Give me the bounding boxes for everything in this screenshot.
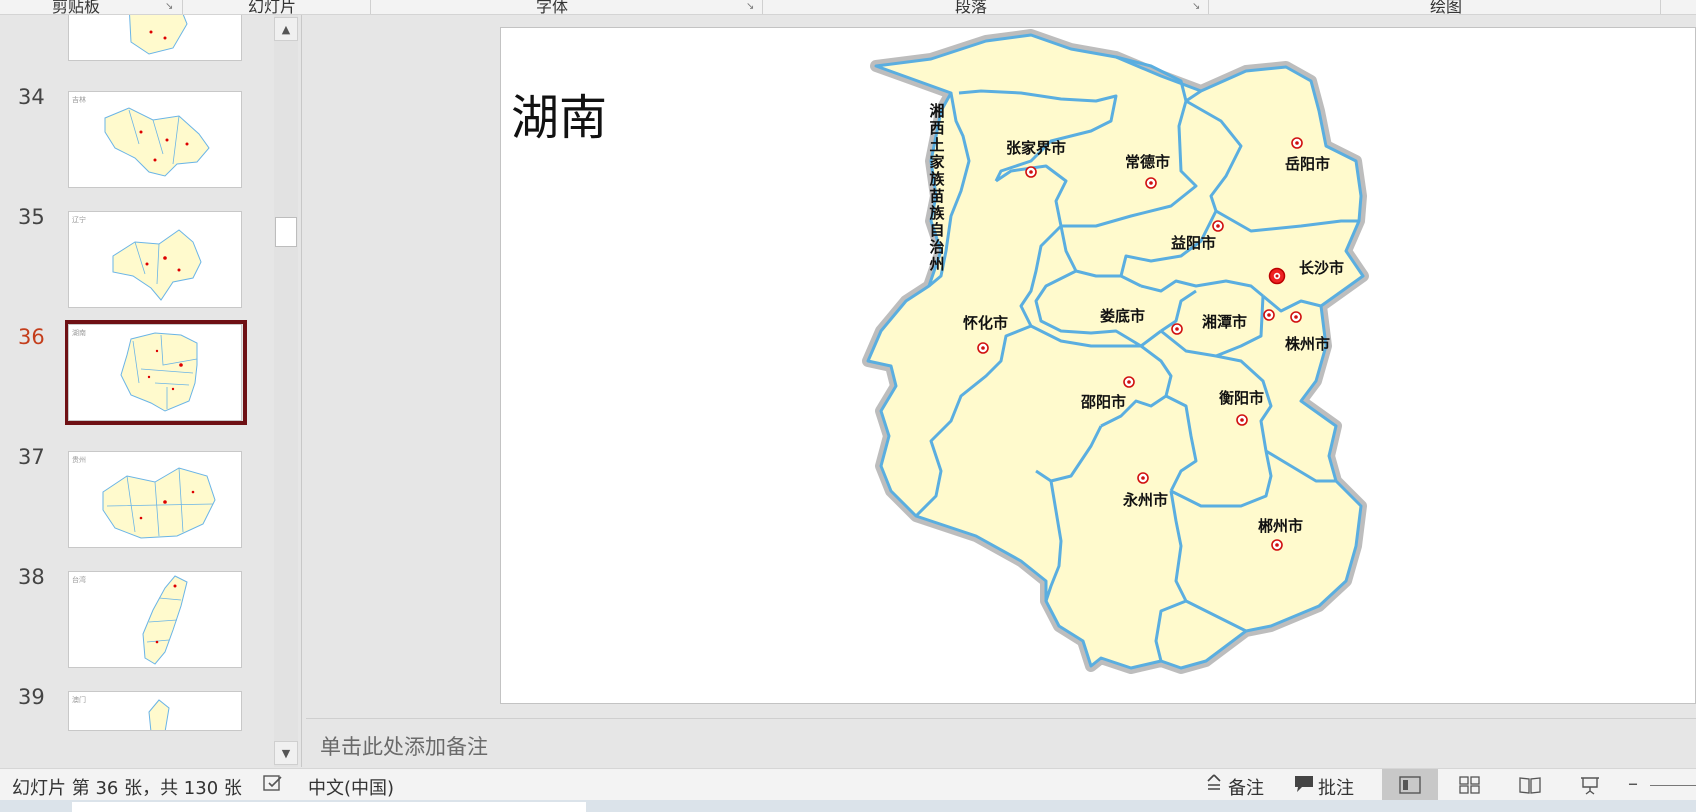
comments-icon[interactable] (1293, 773, 1315, 798)
slide-count-status[interactable]: 幻灯片 第 36 张，共 130 张 (12, 774, 242, 800)
city-label-loudi: 娄底市 (1100, 307, 1145, 325)
city-label-zhuzhou: 株州市 (1285, 335, 1330, 353)
slide-number-38: 38 (18, 565, 45, 589)
zoom-out-icon[interactable]: – (1628, 771, 1638, 795)
scroll-up-icon[interactable]: ▲ (274, 17, 298, 41)
language-status[interactable]: 中文(中国) (308, 774, 394, 800)
status-bar: 幻灯片 第 36 张，共 130 张 中文(中国) 备注 批注 – (0, 768, 1696, 801)
slide-thumbnail-36[interactable]: 湖南 (68, 324, 242, 421)
slide-number-37: 37 (18, 445, 45, 469)
thumbnail-map (120, 332, 198, 412)
reading-view-icon[interactable] (1502, 769, 1558, 801)
ribbon-group-font: 字体 (536, 0, 569, 15)
city-label-hengyang: 衡阳市 (1219, 389, 1264, 407)
hunan-map[interactable]: 张家界市 常德市 岳阳市 益阳市 长沙市 怀化市 娄底市 湘潭市 株州市 邵阳市… (501, 28, 1696, 704)
city-label-changde: 常德市 (1125, 153, 1170, 171)
ribbon-group-paragraph: 段落 (955, 0, 988, 15)
ribbon-separator (762, 0, 763, 14)
city-label-chenzhou: 郴州市 (1258, 517, 1303, 535)
thumbnail-map (142, 575, 188, 665)
thumbnail-map (148, 699, 170, 730)
notes-button[interactable]: 备注 (1228, 774, 1264, 800)
notes-placeholder[interactable]: 单击此处添加备注 (320, 731, 488, 761)
slide-editor[interactable]: 湖南 张家界市 常德市 岳阳市 益阳市 长沙市 怀化市 娄底市 湘潭市 株州市 … (302, 15, 1696, 718)
ribbon-group-clipboard: 剪贴板 (52, 0, 101, 15)
notes-pane[interactable]: 单击此处添加备注 (306, 718, 1696, 769)
scrollbar-thumb[interactable] (275, 217, 297, 247)
ribbon-separator (182, 0, 183, 14)
slideshow-icon[interactable] (1562, 769, 1618, 801)
notes-icon[interactable] (1204, 772, 1224, 799)
slide-number-36: 36 (18, 325, 45, 349)
city-label-yiyang: 益阳市 (1171, 234, 1216, 252)
slide-thumbnail-37[interactable]: 贵州 (68, 451, 242, 548)
dialog-launcher-icon[interactable]: ↘ (165, 1, 173, 12)
ribbon-separator (370, 0, 371, 14)
current-slide[interactable]: 湖南 张家界市 常德市 岳阳市 益阳市 长沙市 怀化市 娄底市 湘潭市 株州市 … (500, 27, 1696, 704)
thumbnail-scrollbar[interactable]: ▲ ▼ (274, 15, 298, 767)
city-label-yongzhou: 永州市 (1122, 491, 1168, 509)
slide-thumbnail-38[interactable]: 台湾 (68, 571, 242, 668)
spellcheck-icon[interactable] (262, 773, 284, 798)
city-label-shaoyang: 邵阳市 (1080, 393, 1126, 411)
slide-thumbnail-34[interactable]: 吉林 (68, 91, 242, 188)
slide-thumbnail-39[interactable]: 澳门 (68, 691, 242, 731)
thumbnail-map (129, 15, 188, 55)
thumbnail-map (102, 467, 216, 539)
taskbar-search[interactable] (72, 802, 586, 812)
scroll-down-icon[interactable]: ▼ (274, 741, 298, 765)
slide-thumbnail-33[interactable] (68, 15, 242, 61)
slide-thumbnail-pane[interactable]: 34 吉林 35 辽宁 36 湖南 37 贵州 38 台湾 39 澳门 (0, 15, 268, 767)
city-label-xiangtan: 湘潭市 (1202, 313, 1247, 331)
zoom-slider[interactable] (1650, 785, 1696, 786)
ribbon-separator (1208, 0, 1209, 14)
sorter-view-icon[interactable] (1442, 769, 1498, 801)
ribbon-group-labels: 剪贴板 ↘ 幻灯片 字体 ↘ 段落 ↘ 绘图 (0, 0, 1696, 15)
comments-button[interactable]: 批注 (1318, 774, 1354, 800)
thumbnail-map (104, 107, 210, 177)
city-label-zhangjiajie: 张家界市 (1006, 139, 1066, 157)
normal-view-icon[interactable] (1382, 769, 1438, 801)
dialog-launcher-icon[interactable]: ↘ (1192, 1, 1200, 12)
slide-thumbnail-35[interactable]: 辽宁 (68, 211, 242, 308)
ribbon-separator (1660, 0, 1661, 14)
thumbnail-map (112, 229, 202, 301)
slide-number-35: 35 (18, 205, 45, 229)
taskbar-strip (0, 800, 1696, 812)
city-label-yueyang: 岳阳市 (1285, 155, 1330, 173)
city-label-changsha: 长沙市 (1299, 259, 1344, 277)
slide-number-34: 34 (18, 85, 45, 109)
ribbon-group-drawing: 绘图 (1430, 0, 1463, 15)
dialog-launcher-icon[interactable]: ↘ (746, 1, 754, 12)
slide-number-39: 39 (18, 685, 45, 709)
city-label-xiangxi: 湘西土家族苗族自治州 (928, 102, 946, 273)
city-label-huaihua: 怀化市 (963, 314, 1008, 332)
ribbon-group-slides: 幻灯片 (248, 0, 297, 15)
